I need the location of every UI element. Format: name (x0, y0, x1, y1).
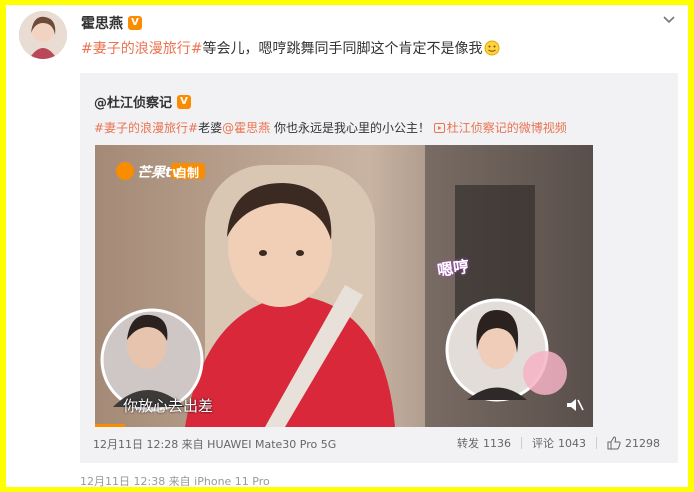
post-body: 等会儿，嗯哼跳舞同手同脚这个肯定不是像我 (202, 41, 483, 57)
repost-label: 转发 (457, 437, 479, 450)
repost-text: #妻子的浪漫旅行#老婆@霍思燕 你也永远是我心里的小公主！ 杜江侦察记的微博视频 (94, 119, 567, 136)
like-button[interactable]: 21298 (607, 436, 660, 450)
divider (521, 437, 522, 449)
repost-count-button[interactable]: 转发 1136 (457, 435, 511, 451)
hashtag-link[interactable]: #妻子的浪漫旅行# (94, 121, 198, 135)
video-player[interactable]: 芒果tv 自制 嗯哼 你放心去出差 (95, 145, 593, 427)
author-row: 霍思燕 V (81, 13, 142, 33)
video-link-icon (433, 123, 445, 133)
verified-badge-icon: V (128, 16, 142, 30)
post-text: #妻子的浪漫旅行#等会儿，嗯哼跳舞同手同脚这个肯定不是像我 (81, 38, 500, 58)
verified-badge-icon: V (177, 94, 192, 109)
repost-count: 1136 (483, 436, 511, 450)
comment-count: 1043 (558, 436, 586, 450)
smile-emoji-icon (484, 40, 500, 56)
hashtag-link[interactable]: #妻子的浪漫旅行# (81, 41, 202, 57)
video-subtitle: 你放心去出差 (123, 397, 214, 415)
chevron-down-icon[interactable] (662, 13, 676, 27)
author-name[interactable]: 霍思燕 (81, 13, 123, 33)
weibo-post-card: 霍思燕 V #妻子的浪漫旅行#等会儿，嗯哼跳舞同手同脚这个肯定不是像我 @杜江侦… (6, 5, 688, 487)
repost-container: @杜江侦察记 V #妻子的浪漫旅行#老婆@霍思燕 你也永远是我心里的小公主！ 杜… (80, 73, 678, 463)
channel-tag: 自制 (175, 166, 200, 180)
post-meta[interactable]: 12月11日 12:38 来自 iPhone 11 Pro (80, 473, 270, 487)
thumbs-up-icon (607, 436, 621, 450)
video-source-link[interactable]: 杜江侦察记的微博视频 (447, 121, 567, 135)
like-count: 21298 (625, 436, 660, 450)
mention-link[interactable]: @霍思燕 (222, 121, 270, 135)
repost-body-b: 你也永远是我心里的小公主！ (270, 121, 434, 135)
comment-count-button[interactable]: 评论 1043 (532, 435, 586, 451)
repost-meta[interactable]: 12月11日 12:28 来自 HUAWEI Mate30 Pro 5G (93, 436, 336, 452)
repost-author-name[interactable]: @杜江侦察记 (94, 92, 172, 111)
repost-stats: 转发 1136 评论 1043 21298 (457, 435, 660, 451)
video-progress-bar[interactable] (95, 424, 125, 427)
author-avatar[interactable] (19, 11, 67, 59)
divider (596, 437, 597, 449)
video-frame (95, 145, 593, 427)
overlay-caption: 嗯哼 (436, 256, 471, 281)
repost-body-a: 老婆 (198, 121, 223, 135)
repost-author-row: @杜江侦察记 V (94, 92, 192, 111)
comment-label: 评论 (532, 437, 554, 450)
